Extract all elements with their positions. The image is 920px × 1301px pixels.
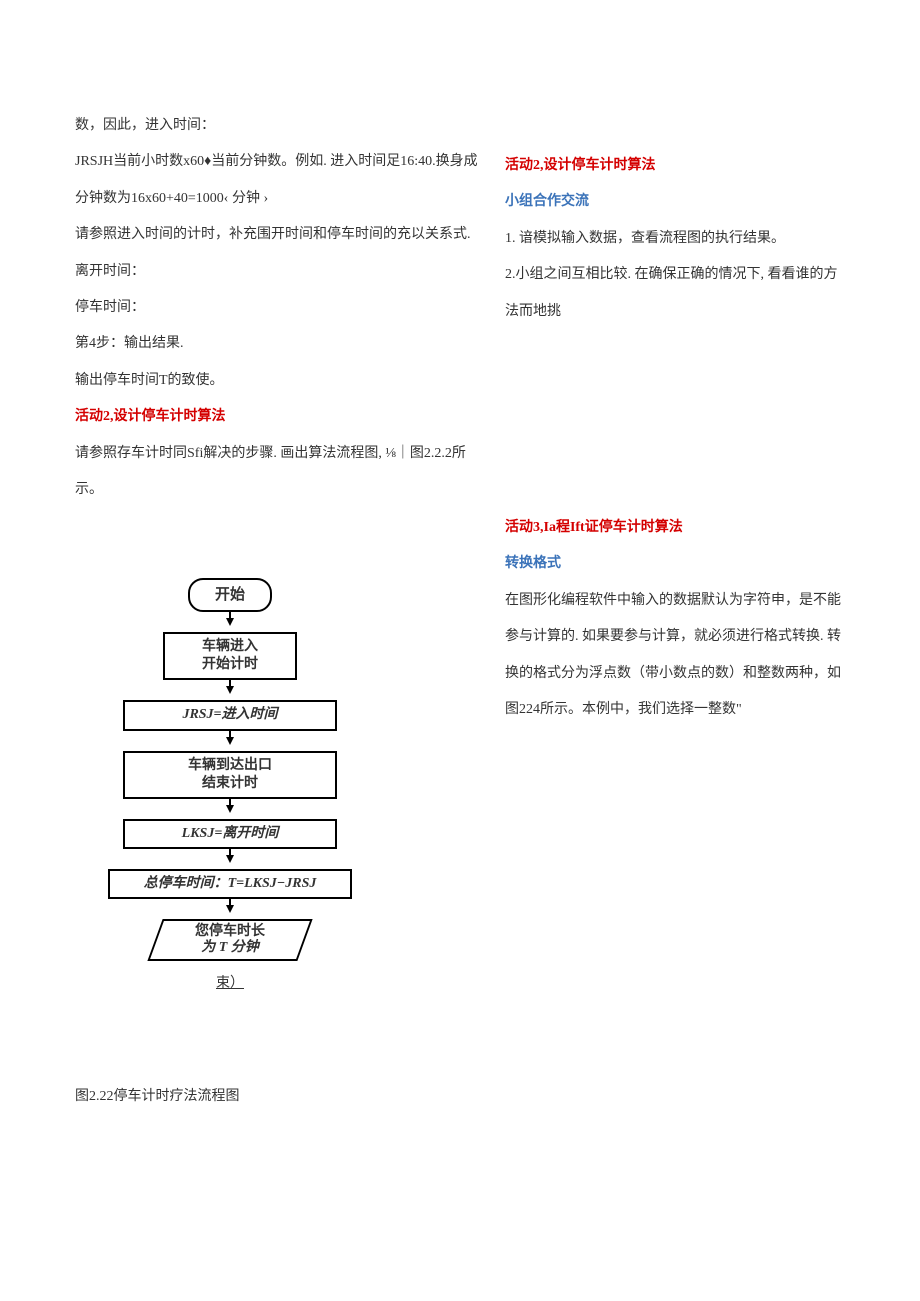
para: 在图形化编程软件中输入的数据默认为字符申，是不能参与计算的. 如果要参与计算，就… (505, 583, 845, 729)
figure-caption: 图2.22停车计时疗法流程图 (75, 1080, 240, 1114)
flow-text: 您停车时长 (195, 924, 265, 941)
flow-output: 您停车时长 为 T 分钟 (155, 919, 305, 961)
para: 输出停车时间T的致使。 (75, 363, 490, 399)
subheading-format: 转换格式 (505, 546, 845, 582)
flow-start: 开始 (188, 578, 272, 612)
flow-end-label: 束） (95, 967, 365, 1001)
flow-arrow-icon (226, 905, 234, 913)
flow-process-enter: 车辆进入 开始计时 (163, 632, 297, 680)
flow-process-jrsj: JRSJ=进入时间 (123, 700, 337, 730)
flow-text: 结束计时 (202, 775, 258, 793)
flow-arrow-icon (226, 855, 234, 863)
left-column: 数，因此，进入时间： JRSJH当前小时数x60♦当前分钟数。例如. 进入时间足… (75, 108, 490, 508)
flow-arrow-icon (226, 737, 234, 745)
flow-text: 车辆到达出口 (188, 757, 272, 775)
para: JRSJH当前小时数x60♦当前分钟数。例如. 进入时间足16:40.换身成分钟… (75, 144, 490, 217)
right-column-bottom: 活动3,Ia程Ift证停车计时算法 转换格式 在图形化编程软件中输入的数据默认为… (505, 510, 845, 728)
flowchart: 开始 车辆进入 开始计时 JRSJ=进入时间 车辆到达出口 结束计时 LKSJ=… (95, 578, 365, 1001)
subheading-group: 小组合作交流 (505, 184, 845, 220)
flow-process-total: 总停车时间：T=LKSJ−JRSJ (108, 869, 352, 899)
flow-text: 开始计时 (202, 656, 258, 674)
para: 请参照存车计时同Sfi解决的步骤. 画出算法流程图, ⅛｜图2.2.2所示。 (75, 436, 490, 509)
para: 2.小组之间互相比较. 在确保正确的情况下, 看看谁的方法而地挑 (505, 257, 845, 330)
para: 第4步：输出结果. (75, 326, 490, 362)
right-column-top: 活动2,设计停车计时算法 小组合作交流 1. 谙模拟输入数据，查看流程图的执行结… (505, 148, 845, 330)
para: 1. 谙模拟输入数据，查看流程图的执行结果。 (505, 221, 845, 257)
activity-2-heading: 活动2,设计停车计时算法 (75, 399, 490, 435)
flow-arrow-icon (226, 618, 234, 626)
flow-text: 总停车时间：T=LKSJ−JRSJ (144, 875, 317, 893)
page: 数，因此，进入时间： JRSJH当前小时数x60♦当前分钟数。例如. 进入时间足… (0, 0, 920, 1301)
flow-text: JRSJ=进入时间 (182, 706, 277, 724)
para: 停车时间： (75, 290, 490, 326)
flow-arrow-icon (226, 686, 234, 694)
para: 离开时间： (75, 254, 490, 290)
activity-3-heading: 活动3,Ia程Ift证停车计时算法 (505, 510, 845, 546)
para: 请参照进入时间的计时，补充围开时间和停车时间的充以关系式. (75, 217, 490, 253)
flow-text: 车辆进入 (202, 638, 258, 656)
activity-2-heading-right: 活动2,设计停车计时算法 (505, 148, 845, 184)
para: 数，因此，进入时间： (75, 108, 490, 144)
flow-text: LKSJ=离开时间 (182, 825, 279, 843)
flow-process-exit: 车辆到达出口 结束计时 (123, 751, 337, 799)
flow-text: 为 T 分钟 (201, 940, 259, 957)
flow-arrow-icon (226, 805, 234, 813)
flow-process-lksj: LKSJ=离开时间 (123, 819, 337, 849)
